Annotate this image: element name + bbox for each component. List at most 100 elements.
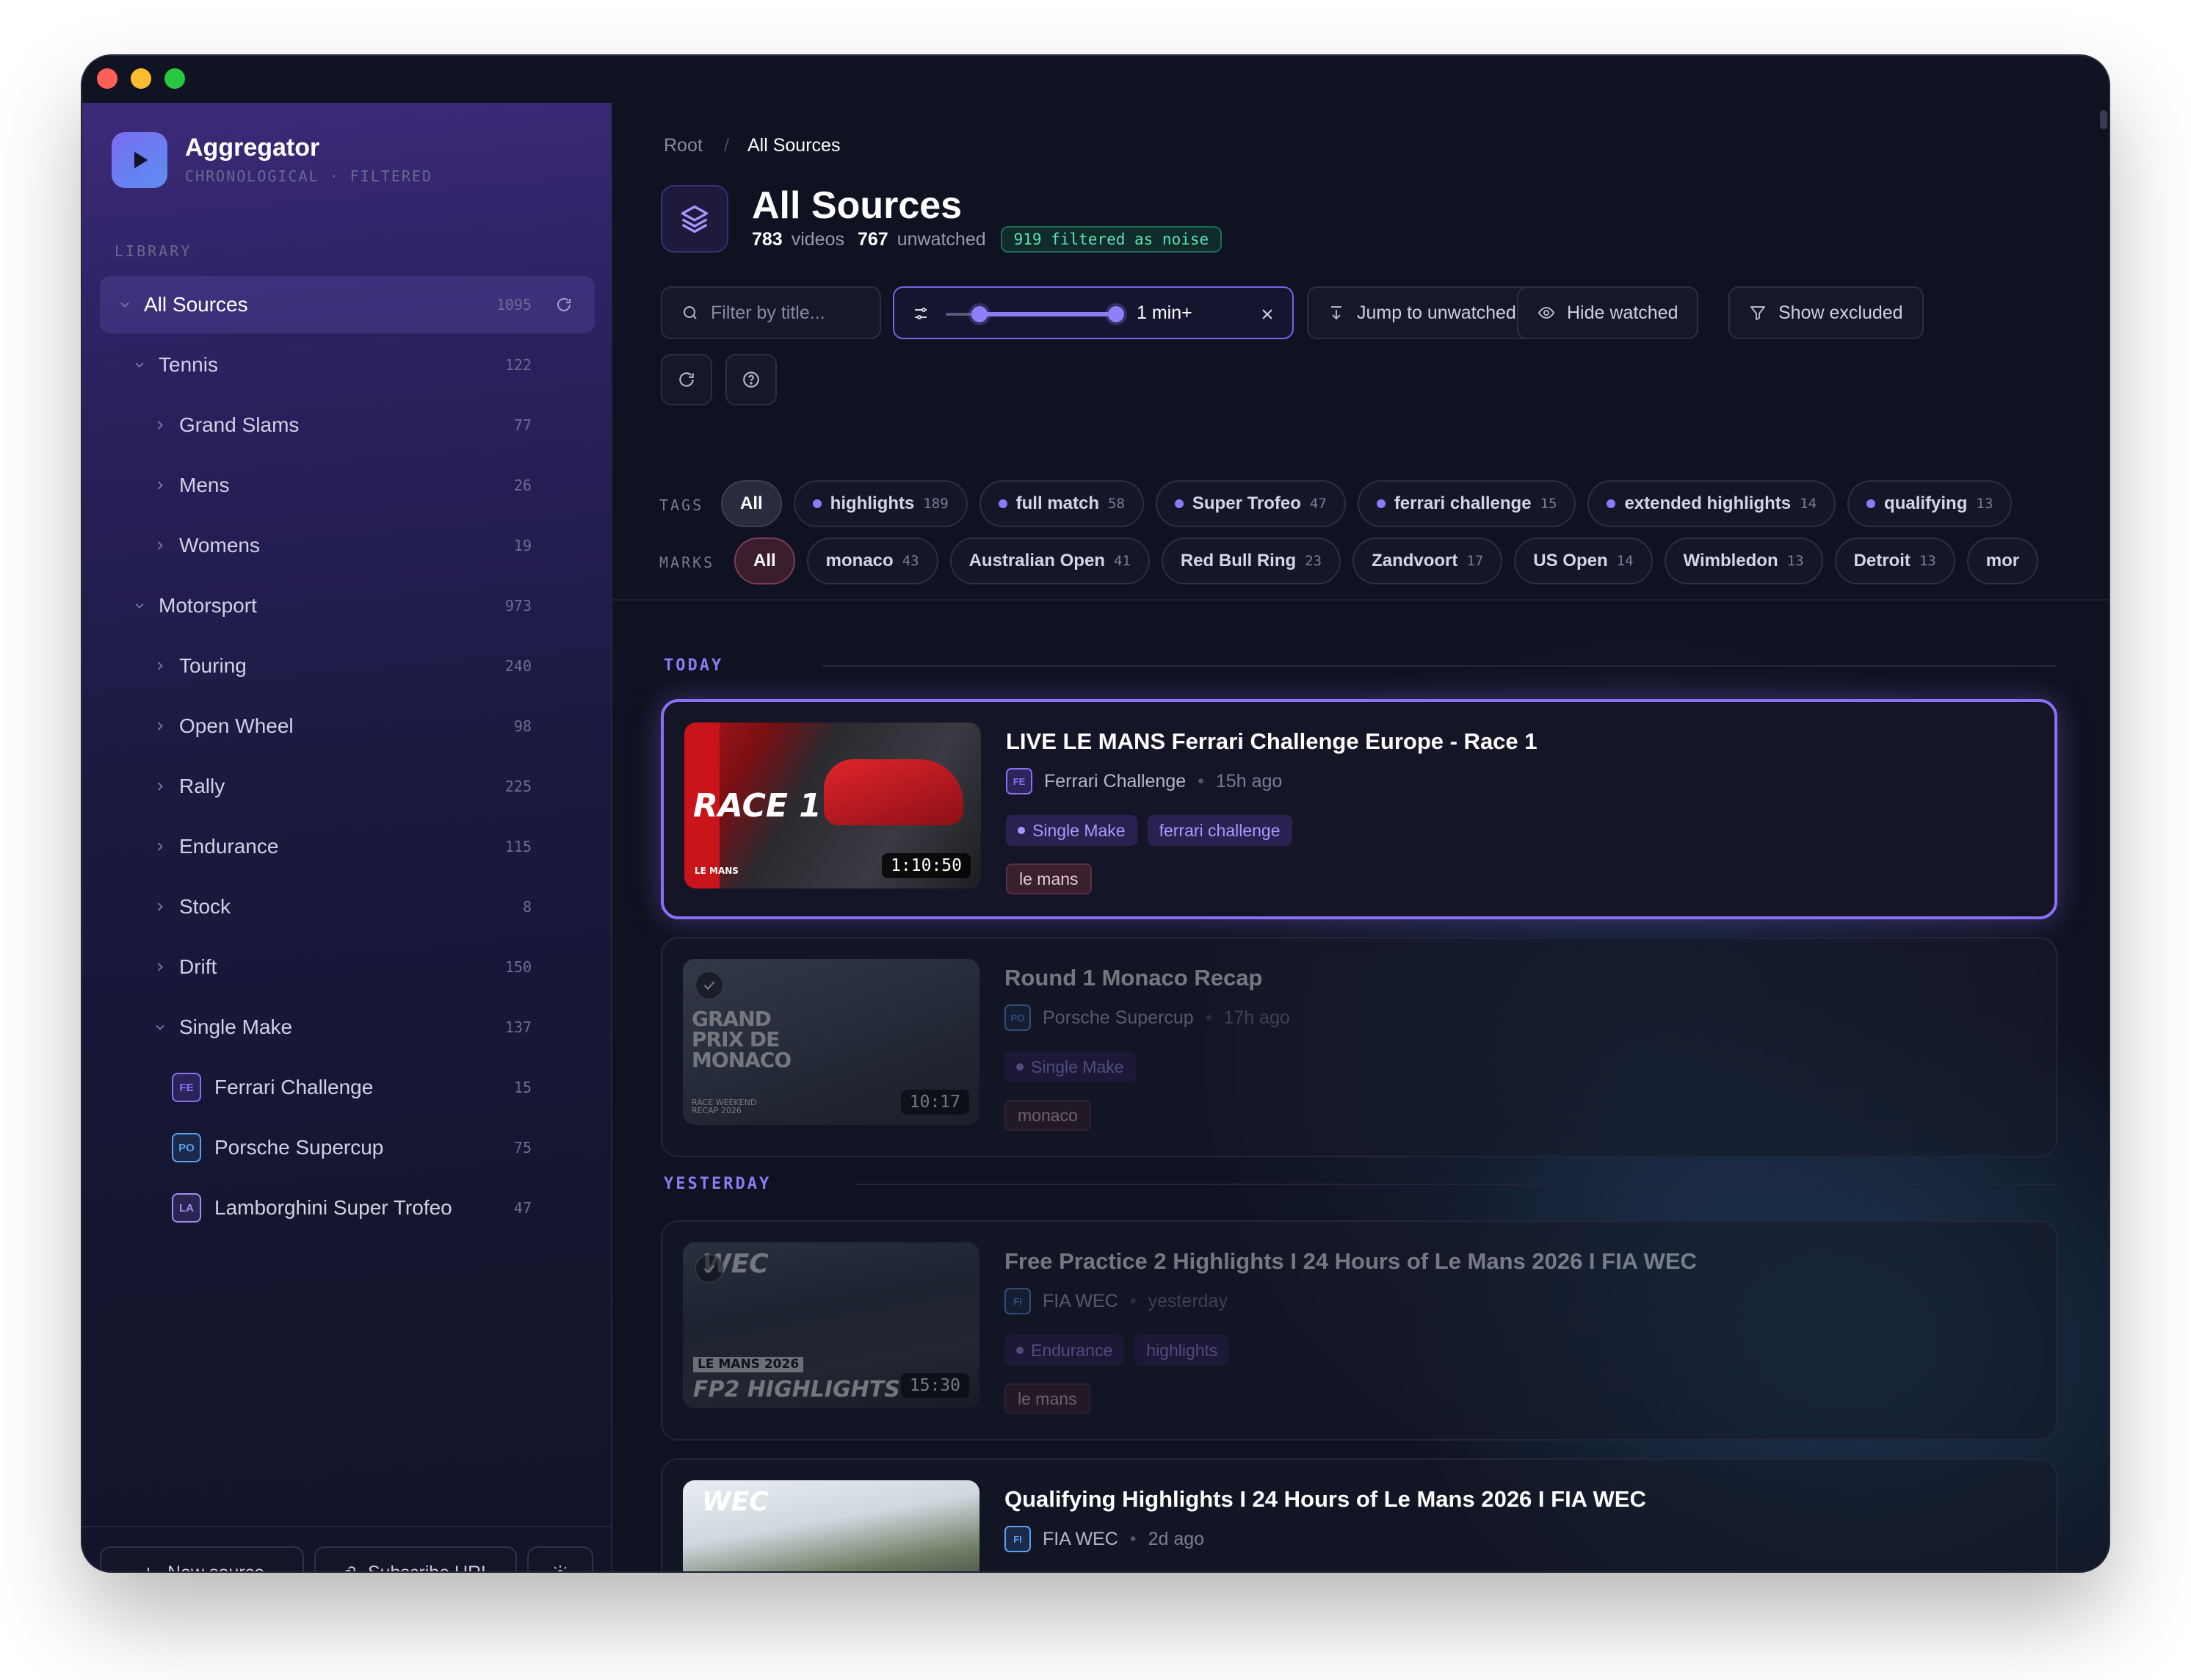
video-thumbnail[interactable]: GRAND PRIX DE MONACO RACE WEEKEND RECAP 2… [683, 959, 979, 1125]
chevron-down-icon[interactable] [153, 1020, 167, 1035]
video-thumbnail[interactable]: WECQUALIFYING HIGHLIGHTLE MANS 202619:22 [683, 1480, 979, 1571]
video-card[interactable]: GRAND PRIX DE MONACO RACE WEEKEND RECAP 2… [661, 937, 2057, 1157]
sidebar-item-tennis[interactable]: Tennis 122 [100, 336, 595, 394]
video-thumbnail[interactable]: RACE 1 LE MANS 1:10:50 [684, 723, 981, 888]
new-source-button[interactable]: New source [100, 1546, 304, 1571]
tag-chip[interactable]: qualifying 13 [1847, 480, 2013, 527]
video-source[interactable]: Porsche Supercup [1043, 1007, 1194, 1029]
mark-chip[interactable]: Red Bull Ring 23 [1161, 537, 1341, 584]
meta-separator: • [1205, 1007, 1212, 1028]
chevron-down-icon[interactable] [117, 297, 132, 312]
sidebar-item-mens[interactable]: Mens 26 [100, 457, 595, 514]
video-tag[interactable]: highlights [1134, 1335, 1230, 1366]
duration-max-handle[interactable] [1108, 306, 1124, 322]
video-card[interactable]: WECQUALIFYING HIGHLIGHTLE MANS 202619:22… [661, 1458, 2057, 1571]
show-excluded-button[interactable]: Show excluded [1728, 286, 1924, 339]
thumbnail-headline: RACE 1 [693, 787, 822, 825]
chevron-right-icon[interactable] [153, 418, 167, 432]
title-filter-input[interactable]: Filter by title... [661, 286, 881, 339]
video-title[interactable]: LIVE LE MANS Ferrari Challenge Europe - … [1006, 728, 1538, 755]
refresh-button[interactable] [661, 354, 712, 405]
settings-button[interactable] [527, 1546, 593, 1571]
video-tag[interactable]: Single Make [1006, 815, 1137, 846]
duration-filter[interactable]: 1 min+ [893, 286, 1294, 339]
chevron-right-icon[interactable] [153, 960, 167, 974]
chevron-down-icon[interactable] [132, 358, 147, 372]
video-thumbnail[interactable]: WEC FP2 HIGHLIGHTS LE MANS 2026 15:30 [683, 1242, 979, 1408]
chevron-right-icon[interactable] [153, 538, 167, 553]
video-tag-label: ferrari challenge [1159, 820, 1281, 840]
tag-chip-count: 14 [1800, 496, 1817, 512]
mark-chip[interactable]: monaco 43 [806, 537, 938, 584]
close-window-button[interactable] [97, 68, 117, 89]
video-meta: FI FIA WEC • 2d ago [1004, 1526, 1204, 1552]
video-source[interactable]: FIA WEC [1043, 1529, 1118, 1550]
video-mark[interactable]: le mans [1004, 1383, 1090, 1414]
mark-chip[interactable]: Wimbledon 13 [1664, 537, 1823, 584]
video-title[interactable]: Free Practice 2 Highlights I 24 Hours of… [1004, 1248, 1697, 1275]
sidebar-item-motorsport[interactable]: Motorsport 973 [100, 577, 595, 634]
sidebar-source-lamborghini-super-trofeo[interactable]: LA Lamborghini Super Trofeo 47 [100, 1179, 595, 1237]
clear-icon[interactable] [1259, 305, 1276, 323]
help-button[interactable] [725, 354, 777, 405]
sidebar-item-open-wheel[interactable]: Open Wheel 98 [100, 698, 595, 755]
tag-chip[interactable]: full match 58 [979, 480, 1144, 527]
sidebar-item-touring[interactable]: Touring 240 [100, 637, 595, 695]
tag-chip[interactable]: extended highlights 14 [1587, 480, 1836, 527]
chevron-right-icon[interactable] [153, 839, 167, 854]
sidebar-item-endurance[interactable]: Endurance 115 [100, 818, 595, 875]
video-source[interactable]: FIA WEC [1043, 1291, 1118, 1312]
jump-to-unwatched-button[interactable]: Jump to unwatched [1307, 286, 1537, 339]
sidebar-item-rally[interactable]: Rally 225 [100, 758, 595, 815]
video-tag[interactable]: Endurance [1004, 1335, 1125, 1366]
chevron-right-icon[interactable] [153, 719, 167, 734]
video-card[interactable]: WEC FP2 HIGHLIGHTS LE MANS 2026 15:30 Free P… [661, 1220, 2057, 1441]
video-title[interactable]: Qualifying Highlights I 24 Hours of Le M… [1004, 1486, 1646, 1513]
mark-chip[interactable]: Australian Open 41 [949, 537, 1150, 584]
mark-chip-label: Detroit [1853, 551, 1911, 571]
group-yesterday-label: YESTERDAY [664, 1175, 772, 1193]
sidebar-item-all-sources[interactable]: All Sources 1095 [100, 276, 595, 333]
mark-chip[interactable]: Zandvoort 17 [1352, 537, 1503, 584]
sidebar-item-grand-slams[interactable]: Grand Slams 77 [100, 397, 595, 454]
minimize-window-button[interactable] [131, 68, 151, 89]
video-mark[interactable]: le mans [1006, 863, 1092, 894]
sidebar-item-drift[interactable]: Drift 150 [100, 938, 595, 996]
tag-chip[interactable]: Super Trofeo 47 [1155, 480, 1346, 527]
video-source[interactable]: Ferrari Challenge [1044, 771, 1186, 792]
tag-chip[interactable]: ferrari challenge 15 [1357, 480, 1576, 527]
hide-watched-button[interactable]: Hide watched [1517, 286, 1699, 339]
sidebar-item-womens[interactable]: Womens 19 [100, 517, 595, 574]
refresh-icon[interactable] [555, 296, 573, 314]
sidebar-source-ferrari-challenge[interactable]: FE Ferrari Challenge 15 [100, 1059, 595, 1116]
chevron-right-icon[interactable] [153, 899, 167, 914]
zoom-window-button[interactable] [164, 68, 185, 89]
video-mark[interactable]: monaco [1004, 1100, 1091, 1131]
chevron-right-icon[interactable] [153, 779, 167, 794]
subscribe-url-button[interactable]: Subscribe URL [314, 1546, 517, 1571]
chevron-right-icon[interactable] [153, 659, 167, 673]
chevron-down-icon[interactable] [132, 598, 147, 613]
mark-chip[interactable]: mor [1966, 537, 2039, 584]
scrollbar-thumb[interactable] [2100, 110, 2107, 129]
sidebar-source-porsche-supercup[interactable]: PO Porsche Supercup 75 [100, 1119, 595, 1176]
video-card[interactable]: RACE 1 LE MANS 1:10:50 LIVE LE MANS Ferrari… [661, 699, 2057, 919]
tag-chip-all[interactable]: All [721, 480, 782, 527]
tag-chip[interactable]: highlights 189 [793, 480, 968, 527]
mark-chip-all[interactable]: All [734, 537, 795, 584]
noise-filter-badge[interactable]: 919 filtered as noise [1000, 226, 1223, 253]
sidebar-item-stock[interactable]: Stock 8 [100, 878, 595, 935]
chevron-right-icon[interactable] [153, 478, 167, 493]
thumbnail-headline: GRAND PRIX DE MONACO [692, 1007, 792, 1072]
duration-min-handle[interactable] [971, 306, 988, 322]
page-icon [661, 185, 728, 253]
sidebar-item-single-make[interactable]: Single Make 137 [100, 999, 595, 1056]
mark-chip[interactable]: Detroit 13 [1834, 537, 1955, 584]
video-tag[interactable]: ferrari challenge [1147, 815, 1292, 846]
breadcrumb-root[interactable]: Root [664, 135, 703, 156]
video-tag[interactable]: Single Make [1004, 1051, 1136, 1082]
group-today-label: TODAY [664, 656, 724, 675]
video-title[interactable]: Round 1 Monaco Recap [1004, 965, 1262, 991]
videos-label: videos [791, 228, 844, 250]
mark-chip[interactable]: US Open 14 [1514, 537, 1653, 584]
